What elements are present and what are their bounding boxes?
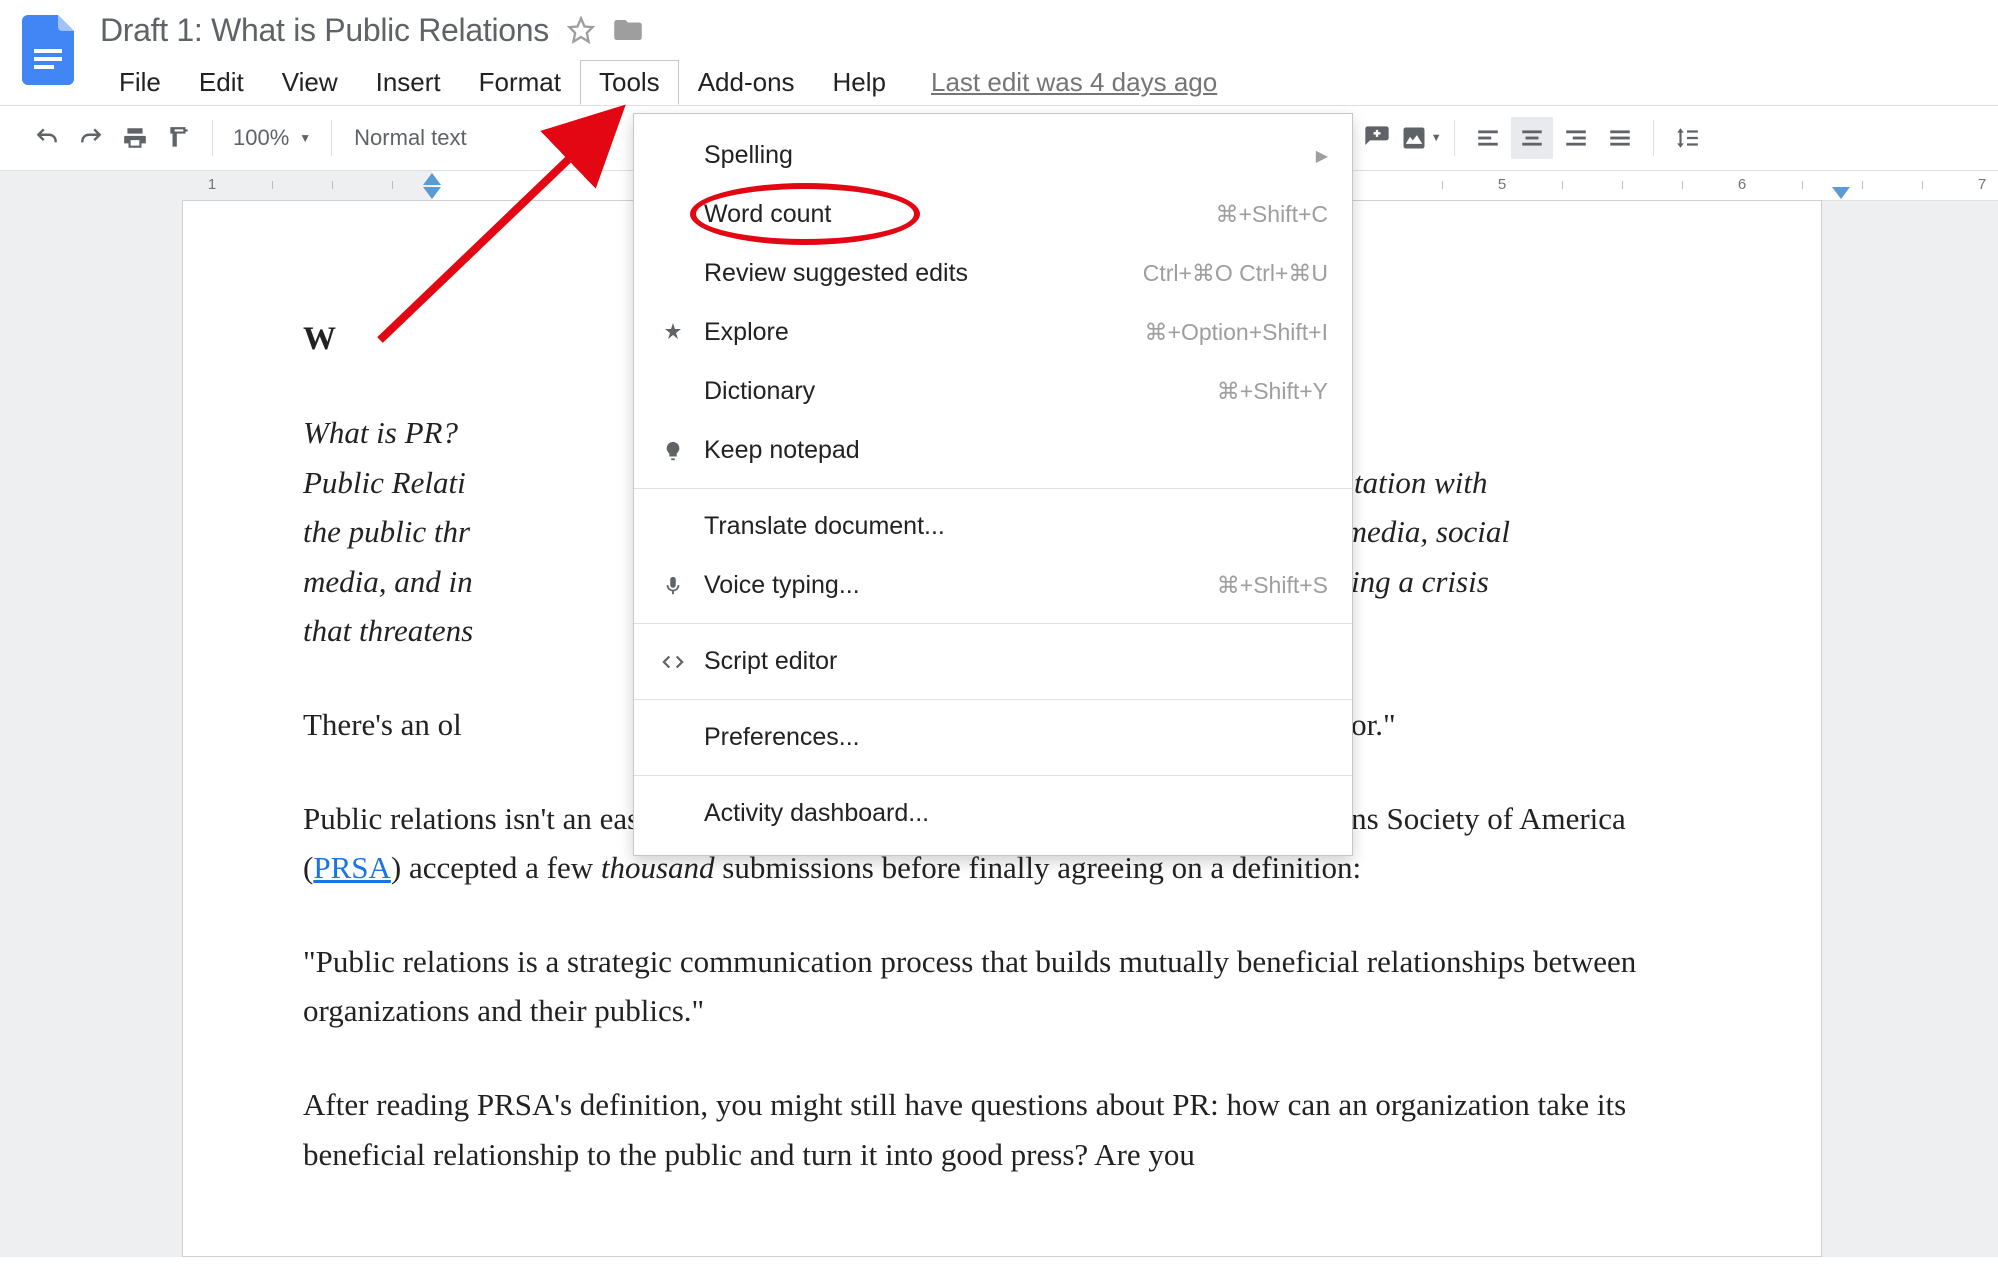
menu-item-review-edits[interactable]: Review suggested editsCtrl+⌘O Ctrl+⌘U <box>634 244 1352 303</box>
redo-button[interactable] <box>70 117 112 159</box>
shortcut-label: ⌘+Shift+Y <box>1217 378 1328 405</box>
menu-file[interactable]: File <box>100 60 180 105</box>
align-justify-button[interactable] <box>1599 117 1641 159</box>
paint-format-button[interactable] <box>158 117 200 159</box>
menu-item-preferences[interactable]: Preferences... <box>634 708 1352 767</box>
microphone-icon <box>654 575 692 597</box>
undo-button[interactable] <box>26 117 68 159</box>
zoom-select[interactable]: 100%▼ <box>225 125 319 151</box>
docs-logo-icon[interactable] <box>18 10 78 90</box>
shortcut-label: ⌘+Option+Shift+I <box>1145 319 1328 346</box>
submenu-arrow-icon: ▶ <box>1316 146 1328 166</box>
insert-image-button[interactable]: ▼ <box>1400 117 1442 159</box>
menu-item-spelling[interactable]: Spelling▶ <box>634 126 1352 185</box>
document-paragraph: After reading PRSA's definition, you mig… <box>303 1080 1701 1179</box>
document-title[interactable]: Draft 1: What is Public Relations <box>100 12 549 49</box>
menu-item-word-count[interactable]: Word count⌘+Shift+C <box>634 185 1352 244</box>
explore-icon <box>654 321 692 345</box>
document-paragraph: "Public relations is a strategic communi… <box>303 937 1701 1036</box>
script-icon <box>654 651 692 673</box>
menu-insert[interactable]: Insert <box>357 60 460 105</box>
menu-help[interactable]: Help <box>814 60 905 105</box>
tools-dropdown: Spelling▶ Word count⌘+Shift+C Review sug… <box>633 113 1353 856</box>
menu-item-translate[interactable]: Translate document... <box>634 497 1352 556</box>
menu-item-voice-typing[interactable]: Voice typing...⌘+Shift+S <box>634 556 1352 615</box>
paragraph-style-select[interactable]: Normal text <box>344 125 476 151</box>
menu-view[interactable]: View <box>263 60 357 105</box>
last-edit-link[interactable]: Last edit was 4 days ago <box>931 67 1217 98</box>
shortcut-label: ⌘+Shift+S <box>1217 572 1328 599</box>
shortcut-label: ⌘+Shift+C <box>1216 201 1329 228</box>
line-spacing-button[interactable] <box>1666 117 1708 159</box>
print-button[interactable] <box>114 117 156 159</box>
menu-tools[interactable]: Tools <box>580 60 679 105</box>
folder-icon[interactable] <box>613 17 643 43</box>
menu-item-script-editor[interactable]: Script editor <box>634 632 1352 691</box>
menu-item-dictionary[interactable]: Dictionary⌘+Shift+Y <box>634 362 1352 421</box>
menu-edit[interactable]: Edit <box>180 60 263 105</box>
menu-item-activity-dashboard[interactable]: Activity dashboard... <box>634 784 1352 843</box>
menu-addons[interactable]: Add-ons <box>679 60 814 105</box>
align-right-button[interactable] <box>1555 117 1597 159</box>
star-icon[interactable] <box>567 16 595 44</box>
shortcut-label: Ctrl+⌘O Ctrl+⌘U <box>1143 260 1328 287</box>
align-center-button[interactable] <box>1511 117 1553 159</box>
align-left-button[interactable] <box>1467 117 1509 159</box>
menu-item-explore[interactable]: Explore⌘+Option+Shift+I <box>634 303 1352 362</box>
keep-icon <box>654 440 692 462</box>
menu-format[interactable]: Format <box>460 60 580 105</box>
prsa-link[interactable]: PRSA <box>313 850 391 885</box>
menubar: File Edit View Insert Format Tools Add-o… <box>100 60 1998 105</box>
menu-item-keep-notepad[interactable]: Keep notepad <box>634 421 1352 480</box>
add-comment-button[interactable] <box>1356 117 1398 159</box>
